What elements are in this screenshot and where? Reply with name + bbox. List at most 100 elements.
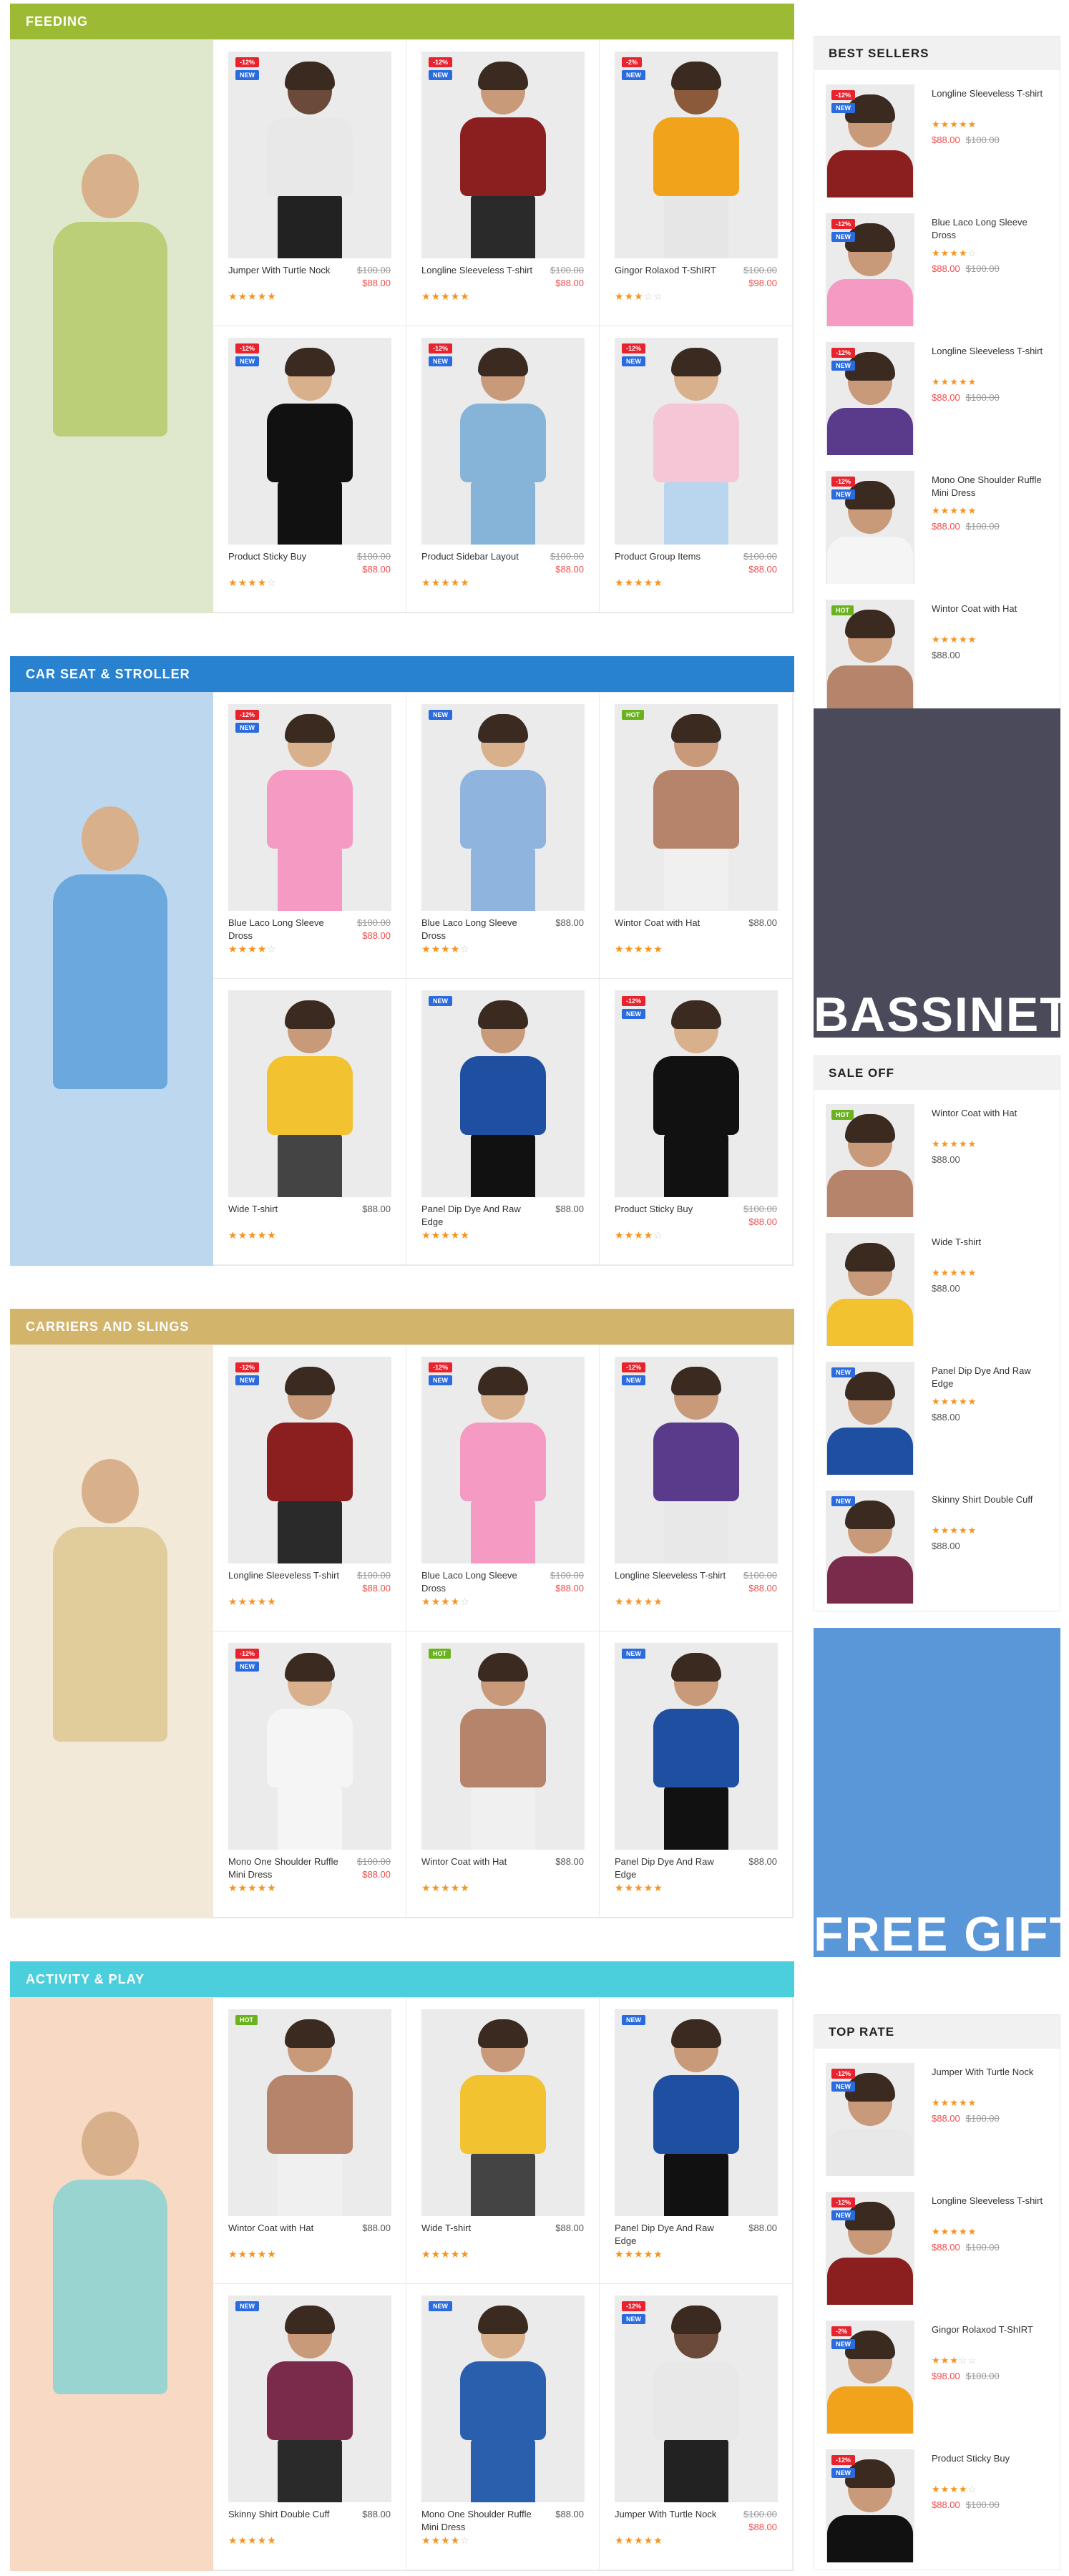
product-name[interactable]: Product Group Items — [615, 550, 735, 563]
sidebar-product-name[interactable]: Product Sticky Buy — [932, 2452, 1046, 2465]
product-image[interactable]: -12% NEW — [228, 1643, 391, 1850]
sidebar-product-image[interactable]: NEW — [826, 1362, 914, 1475]
product-card[interactable]: NEW Panel Dip Dye And Raw Edge $88.00 ★★★★★ — [600, 1631, 793, 1918]
product-image[interactable]: -12% NEW — [421, 338, 585, 545]
sidebar-product[interactable]: -12% NEW Longline Sleeveless T-shirt ★★★★★ $… — [826, 84, 1055, 199]
product-name[interactable]: Gingor Rolaxod T-ShIRT — [615, 264, 735, 277]
sidebar-product[interactable]: NEW Skinny Shirt Double Cuff ★★★★★ $88.00 — [826, 1491, 1055, 1605]
sidebar-product-name[interactable]: Mono One Shoulder Ruffle Mini Dress — [932, 474, 1046, 499]
product-name[interactable]: Wintor Coat with Hat — [228, 2222, 348, 2235]
product-image[interactable]: -12% NEW — [615, 338, 778, 545]
product-name[interactable]: Wintor Coat with Hat — [615, 917, 735, 930]
product-card[interactable]: -12% NEW Longline Sleeveless T-shirt $100.0… — [600, 1345, 793, 1631]
product-card[interactable]: Wide T-shirt $88.00 ★★★★★ — [213, 979, 406, 1265]
product-image[interactable]: -12% NEW — [228, 704, 391, 911]
product-image[interactable]: -12% NEW — [615, 2296, 778, 2502]
product-image[interactable]: -12% NEW — [615, 1357, 778, 1563]
product-name[interactable]: Wide T-shirt — [228, 1203, 348, 1216]
product-image[interactable]: HOT — [615, 704, 778, 911]
product-card[interactable]: -12% NEW Mono One Shoulder Ruffle Mini Dre… — [213, 1631, 406, 1918]
section-banner-image[interactable] — [10, 1997, 213, 2571]
product-image[interactable]: HOT — [421, 1643, 585, 1850]
sidebar-product[interactable]: NEW Panel Dip Dye And Raw Edge ★★★★★ $88.00 — [826, 1362, 1055, 1476]
sidebar-product[interactable]: HOT Wintor Coat with Hat ★★★★★ $88.00 — [826, 1104, 1055, 1219]
sidebar-product[interactable]: -12% NEW Product Sticky Buy ★★★★☆ $88.00 $100… — [826, 2449, 1055, 2564]
product-card[interactable]: -12% NEW Product Sticky Buy $100.00 $88.00 ★★… — [213, 326, 406, 613]
product-card[interactable]: HOT Wintor Coat with Hat $88.00 ★★★★★ — [406, 1631, 600, 1918]
product-name[interactable]: Product Sticky Buy — [228, 550, 348, 563]
product-name[interactable]: Mono One Shoulder Ruffle Mini Dress — [228, 1855, 348, 1881]
sidebar-product-image[interactable]: -12% NEW — [826, 342, 914, 455]
product-name[interactable]: Longline Sleeveless T-shirt — [421, 264, 542, 277]
product-image[interactable]: -12% NEW — [228, 338, 391, 545]
product-card[interactable]: -12% NEW Blue Laco Long Sleeve Dross $100.0… — [406, 1345, 600, 1631]
sidebar-product-name[interactable]: Longline Sleeveless T-shirt — [932, 2195, 1046, 2207]
product-image[interactable]: NEW — [421, 990, 585, 1197]
sidebar-product-image[interactable]: HOT — [826, 1104, 914, 1217]
product-image[interactable]: -12% NEW — [228, 1357, 391, 1563]
product-card[interactable]: -12% NEW Product Group Items $100.00 $88.00 ★… — [600, 326, 793, 613]
sidebar-product[interactable]: -12% NEW Mono One Shoulder Ruffle Mini Dre… — [826, 471, 1055, 585]
product-image[interactable] — [421, 2009, 585, 2216]
product-name[interactable]: Blue Laco Long Sleeve Dross — [421, 917, 542, 942]
product-name[interactable]: Panel Dip Dye And Raw Edge — [615, 2222, 735, 2248]
product-image[interactable]: NEW — [615, 1643, 778, 1850]
sidebar-product-name[interactable]: Longline Sleeveless T-shirt — [932, 87, 1046, 100]
sidebar-product-name[interactable]: Panel Dip Dye And Raw Edge — [932, 1365, 1046, 1390]
product-name[interactable]: Blue Laco Long Sleeve Dross — [228, 917, 348, 942]
product-image[interactable]: -12% NEW — [421, 52, 585, 258]
sidebar-product-name[interactable]: Skinny Shirt Double Cuff — [932, 1493, 1046, 1506]
product-image[interactable]: -2% NEW — [615, 52, 778, 258]
sidebar-product[interactable]: -12% NEW Longline Sleeveless T-shirt ★★★★★ $… — [826, 342, 1055, 457]
product-card[interactable]: -12% NEW Jumper With Turtle Nock $100.00 $88… — [600, 2284, 793, 2570]
product-image[interactable]: HOT — [228, 2009, 391, 2216]
section-title[interactable]: FEEDING — [10, 4, 794, 39]
product-name[interactable]: Longline Sleeveless T-shirt — [228, 1569, 348, 1582]
section-banner-image[interactable] — [10, 692, 213, 1266]
product-card[interactable]: NEW Mono One Shoulder Ruffle Mini Dress $8… — [406, 2284, 600, 2570]
product-card[interactable]: Wide T-shirt $88.00 ★★★★★ — [406, 1998, 600, 2284]
product-image[interactable]: NEW — [421, 2296, 585, 2502]
product-image[interactable]: -12% NEW — [421, 1357, 585, 1563]
product-image[interactable] — [228, 990, 391, 1197]
product-name[interactable]: Longline Sleeveless T-shirt — [615, 1569, 735, 1582]
product-card[interactable]: NEW Blue Laco Long Sleeve Dross $88.00 ★★★★… — [406, 693, 600, 979]
sidebar-product-image[interactable]: HOT — [826, 600, 914, 713]
product-image[interactable]: -12% NEW — [228, 52, 391, 258]
product-card[interactable]: -12% NEW Blue Laco Long Sleeve Dross $100.0… — [213, 693, 406, 979]
product-name[interactable]: Wide T-shirt — [421, 2222, 542, 2235]
product-name[interactable]: Skinny Shirt Double Cuff — [228, 2508, 348, 2521]
section-title[interactable]: CAR SEAT & STROLLER — [10, 656, 794, 692]
product-name[interactable]: Blue Laco Long Sleeve Dross — [421, 1569, 542, 1595]
product-name[interactable]: Product Sticky Buy — [615, 1203, 735, 1216]
sidebar-product[interactable]: Wide T-shirt ★★★★★ $88.00 — [826, 1233, 1055, 1347]
product-card[interactable]: NEW Panel Dip Dye And Raw Edge $88.00 ★★★★★ — [406, 979, 600, 1265]
section-title[interactable]: ACTIVITY & PLAY — [10, 1961, 794, 1997]
product-name[interactable]: Product Sidebar Layout — [421, 550, 542, 563]
section-banner-image[interactable] — [10, 39, 213, 613]
sidebar-product-image[interactable] — [826, 1233, 914, 1346]
sidebar-product-name[interactable]: Wide T-shirt — [932, 1236, 1046, 1249]
sidebar-product-name[interactable]: Blue Laco Long Sleeve Dross — [932, 216, 1046, 242]
product-card[interactable]: -12% NEW Longline Sleeveless T-shirt $100.0… — [213, 1345, 406, 1631]
product-card[interactable]: -12% NEW Product Sticky Buy $100.00 $88.00 ★★… — [600, 979, 793, 1265]
section-banner-image[interactable] — [10, 1345, 213, 1918]
product-card[interactable]: -2% NEW Gingor Rolaxod T-ShIRT $100.00 $98.0… — [600, 40, 793, 326]
product-card[interactable]: NEW Skinny Shirt Double Cuff $88.00 ★★★★★ — [213, 2284, 406, 2570]
free-gift-promo[interactable]: FREE GIFT — [814, 1628, 1060, 1957]
sidebar-product-image[interactable]: -12% NEW — [826, 213, 914, 326]
bassinet-promo[interactable]: BASSINET — [814, 708, 1060, 1038]
product-name[interactable]: Mono One Shoulder Ruffle Mini Dress — [421, 2508, 542, 2534]
sidebar-product-image[interactable]: -12% NEW — [826, 84, 914, 197]
sidebar-product[interactable]: -2% NEW Gingor Rolaxod T-ShIRT ★★★☆☆ $98.00 $… — [826, 2321, 1055, 2435]
sidebar-product-name[interactable]: Gingor Rolaxod T-ShIRT — [932, 2323, 1046, 2336]
product-name[interactable]: Panel Dip Dye And Raw Edge — [615, 1855, 735, 1881]
sidebar-product[interactable]: -12% NEW Blue Laco Long Sleeve Dross ★★★★☆ $… — [826, 213, 1055, 328]
sidebar-product-name[interactable]: Longline Sleeveless T-shirt — [932, 345, 1046, 358]
product-name[interactable]: Wintor Coat with Hat — [421, 1855, 542, 1868]
sidebar-product-name[interactable]: Wintor Coat with Hat — [932, 602, 1046, 615]
sidebar-product-image[interactable]: -12% NEW — [826, 471, 914, 584]
sidebar-product-name[interactable]: Wintor Coat with Hat — [932, 1107, 1046, 1120]
product-card[interactable]: -12% NEW Product Sidebar Layout $100.00 $88.… — [406, 326, 600, 613]
sidebar-product-image[interactable]: -2% NEW — [826, 2321, 914, 2434]
